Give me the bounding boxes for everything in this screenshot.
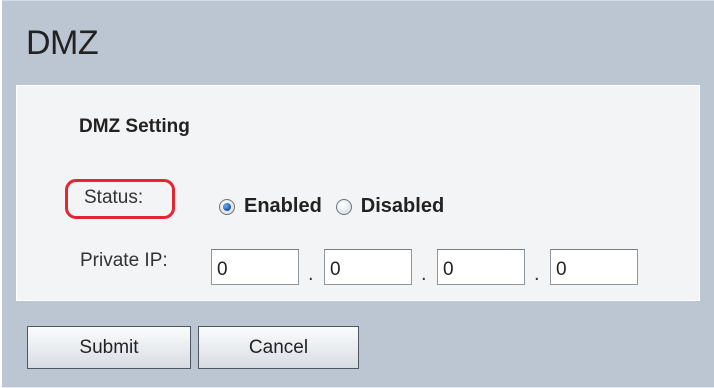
private-ip-octet-2[interactable] [324,249,412,285]
status-disabled-option[interactable]: Disabled [335,195,445,218]
cancel-button[interactable]: Cancel [198,326,359,369]
dmz-setting-panel: DMZ Setting Status: Enabled Disabled Pri… [16,85,700,301]
private-ip-octet-3[interactable] [437,249,525,285]
status-label-highlighted: Status: [65,179,175,219]
status-radio-group: Enabled Disabled [219,195,444,218]
ip-separator-dot: . [421,263,427,285]
submit-button[interactable]: Submit [27,326,191,369]
private-ip-label: Private IP: [80,250,168,271]
ip-separator-dot: . [534,263,540,285]
dmz-page: DMZ DMZ Setting Status: Enabled Disabled… [2,0,714,388]
section-heading: DMZ Setting [79,116,190,137]
status-disabled-radio[interactable] [335,198,352,215]
status-enabled-option[interactable]: Enabled [219,195,322,218]
private-ip-octet-1[interactable] [211,249,299,285]
private-ip-octet-4[interactable] [550,249,638,285]
status-enabled-radio[interactable] [219,198,235,215]
status-enabled-label: Enabled [244,195,322,217]
status-disabled-label: Disabled [360,195,445,217]
page-title: DMZ [26,24,99,62]
ip-separator-dot: . [308,263,314,285]
